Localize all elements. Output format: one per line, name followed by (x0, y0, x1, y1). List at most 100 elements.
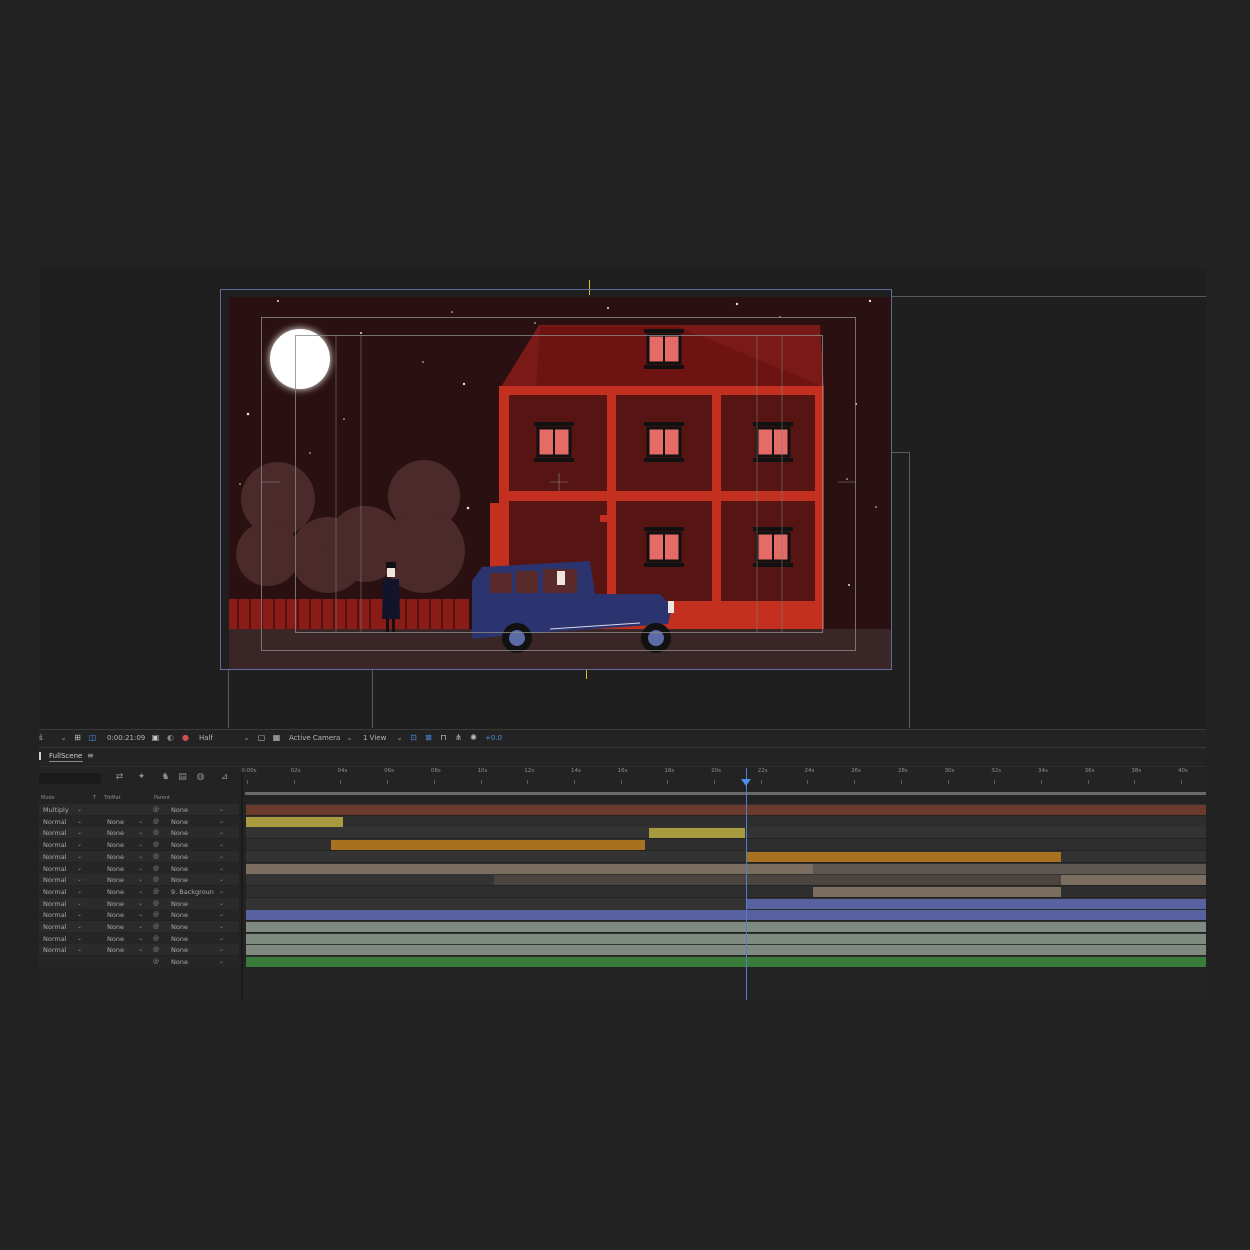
chevron-down-icon[interactable]: ⌄ (138, 865, 143, 872)
layer-trkmat-select[interactable]: None (107, 946, 124, 954)
chevron-down-icon[interactable]: ⌄ (77, 841, 82, 848)
layer-mode-select[interactable]: Normal (43, 876, 67, 884)
column-mode[interactable]: Mode (41, 795, 55, 801)
composition-mini-flowchart-icon[interactable]: ⇄ (114, 772, 125, 783)
layer-row[interactable]: Normal ⌄ None ⌄ @ None ⌄ (39, 850, 239, 862)
chevron-down-icon[interactable]: ⌄ (138, 829, 143, 836)
layer-search-input[interactable] (39, 773, 101, 784)
chevron-down-icon[interactable]: ⌄ (219, 829, 224, 836)
parent-pickwhip-icon[interactable]: @ (153, 935, 159, 942)
layer-row[interactable]: Normal ⌄ None ⌄ @ None ⌄ (39, 897, 239, 909)
chevron-down-icon[interactable]: ⌄ (77, 935, 82, 942)
chevron-down-icon[interactable]: ⌄ (77, 865, 82, 872)
layer-parent-select[interactable]: None (171, 841, 188, 849)
chevron-down-icon[interactable]: ⌄ (59, 733, 68, 742)
grid-guides-icon[interactable]: ⊞ (73, 733, 82, 742)
parent-pickwhip-icon[interactable]: @ (153, 888, 159, 895)
snapshot-camera-icon[interactable]: ▣ (151, 733, 160, 742)
tab-menu-icon[interactable]: ≡ (87, 751, 94, 760)
layer-parent-select[interactable]: None (171, 900, 188, 908)
layer-mode-select[interactable]: Multiply (43, 806, 69, 814)
layer-duration-bar[interactable] (1061, 875, 1206, 886)
chevron-down-icon[interactable]: ⌄ (219, 876, 224, 883)
chevron-down-icon[interactable]: ⌄ (77, 806, 82, 813)
chevron-down-icon[interactable]: ⌄ (138, 841, 143, 848)
layer-row[interactable]: Normal ⌄ None ⌄ @ None ⌄ (39, 827, 239, 839)
parent-pickwhip-icon[interactable]: @ (153, 806, 159, 813)
chevron-down-icon[interactable]: ⌄ (77, 829, 82, 836)
chevron-down-icon[interactable]: ⌄ (219, 923, 224, 930)
chevron-down-icon[interactable]: ⌄ (138, 888, 143, 895)
layer-mode-select[interactable]: Normal (43, 818, 67, 826)
layer-duration-bar[interactable] (246, 910, 1206, 921)
layer-parent-select[interactable]: None (171, 958, 188, 966)
parent-pickwhip-icon[interactable]: @ (153, 900, 159, 907)
exposure-value[interactable]: +0.0 (485, 734, 502, 742)
parent-pickwhip-icon[interactable]: @ (153, 853, 159, 860)
mask-visibility-icon[interactable]: ◫ (88, 733, 97, 742)
work-area-bar[interactable] (245, 792, 1206, 795)
view-layout-select[interactable]: 1 View (363, 734, 386, 742)
chevron-down-icon[interactable]: ⌄ (138, 900, 143, 907)
parent-pickwhip-icon[interactable]: @ (153, 946, 159, 953)
layer-mode-select[interactable]: Normal (43, 911, 67, 919)
layer-duration-bar[interactable] (746, 898, 1206, 909)
chevron-down-icon[interactable]: ⌄ (138, 818, 143, 825)
parent-pickwhip-icon[interactable]: @ (153, 876, 159, 883)
chevron-down-icon[interactable]: ⌄ (219, 958, 224, 965)
chevron-down-icon[interactable]: ⌄ (138, 911, 143, 918)
timecode-display[interactable]: 0:00:21:09 (107, 734, 145, 742)
chevron-down-icon[interactable]: ⌄ (219, 853, 224, 860)
layer-duration-bar[interactable] (649, 828, 745, 839)
fast-previews-icon[interactable]: ⊠ (424, 733, 433, 742)
layer-duration-bar[interactable] (746, 851, 1061, 862)
column-t[interactable]: T (93, 795, 96, 801)
chevron-down-icon[interactable]: ⌄ (219, 946, 224, 953)
layer-trkmat-select[interactable]: None (107, 911, 124, 919)
layer-trkmat-select[interactable]: None (107, 876, 124, 884)
layer-mode-select[interactable]: Normal (43, 829, 67, 837)
layer-duration-bar[interactable] (246, 863, 813, 874)
layer-duration-bar[interactable] (246, 922, 1206, 932)
layer-trkmat-select[interactable]: None (107, 923, 124, 931)
layer-parent-select[interactable]: None (171, 935, 188, 943)
layer-mode-select[interactable]: Normal (43, 900, 67, 908)
scene-canvas[interactable] (220, 289, 892, 670)
chevron-down-icon[interactable]: ⌄ (77, 853, 82, 860)
parent-pickwhip-icon[interactable]: @ (153, 829, 159, 836)
parent-pickwhip-icon[interactable]: @ (153, 865, 159, 872)
chevron-down-icon[interactable]: ⌄ (138, 935, 143, 942)
layer-duration-bar[interactable] (813, 886, 1061, 897)
parent-pickwhip-icon[interactable]: @ (153, 923, 159, 930)
frame-blending-icon[interactable]: ▤ (177, 772, 188, 783)
layer-parent-select[interactable]: 9. Backgroun (171, 888, 214, 896)
parent-pickwhip-icon[interactable]: @ (153, 958, 159, 965)
chevron-down-icon[interactable]: ⌄ (219, 806, 224, 813)
chevron-down-icon[interactable]: ⌄ (77, 818, 82, 825)
layer-duration-bar[interactable] (331, 840, 645, 851)
layer-trkmat-select[interactable]: None (107, 818, 124, 826)
chevron-down-icon[interactable]: ⌄ (219, 865, 224, 872)
layer-parent-select[interactable]: None (171, 876, 188, 884)
layer-trkmat-select[interactable]: None (107, 900, 124, 908)
layer-mode-select[interactable]: Normal (43, 841, 67, 849)
composition-viewer[interactable] (39, 268, 1206, 728)
time-ruler[interactable]: 0:00s 02s 04s 06s 08s 10s 12s 14s 16s 18s 20s 22s 24… (241, 768, 1206, 795)
panel-divider[interactable] (241, 768, 243, 1000)
chevron-down-icon[interactable]: ⌄ (77, 876, 82, 883)
layer-duration-bar[interactable] (813, 863, 1206, 874)
layer-trkmat-select[interactable]: None (107, 829, 124, 837)
graph-editor-icon[interactable]: ⊿ (219, 772, 230, 783)
layer-duration-bar[interactable] (494, 875, 1061, 886)
parent-pickwhip-icon[interactable]: @ (153, 841, 159, 848)
panel-grip[interactable] (39, 752, 41, 760)
layer-duration-bar[interactable] (246, 933, 1206, 944)
transparency-grid-icon[interactable]: ▦ (272, 733, 281, 742)
layer-mode-select[interactable]: Normal (43, 923, 67, 931)
column-trkmat[interactable]: TrkMat (104, 795, 121, 801)
layer-row[interactable]: @ None ⌄ (39, 956, 239, 968)
chevron-down-icon[interactable]: ⌄ (345, 733, 354, 742)
parent-pickwhip-icon[interactable]: @ (153, 911, 159, 918)
chevron-down-icon[interactable]: ⌄ (219, 888, 224, 895)
current-time-indicator-handle[interactable] (741, 779, 751, 786)
